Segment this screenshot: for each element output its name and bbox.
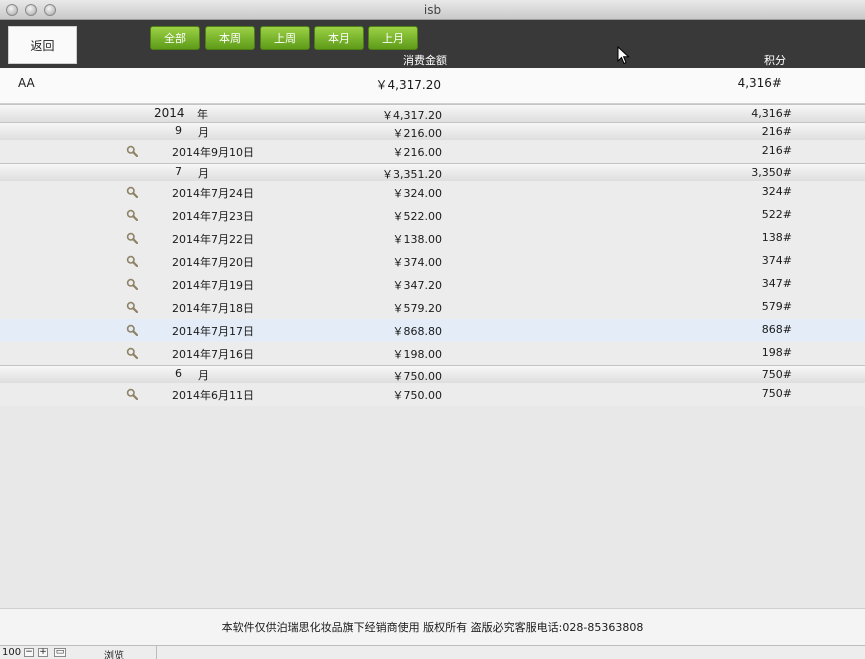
year-label: 2014 [154,106,185,120]
zoom-level: 100 [2,647,22,658]
transaction-date: 2014年7月24日 [172,187,254,200]
month-unit: 月 [198,167,209,180]
search-icon[interactable] [126,301,139,314]
transaction-row[interactable]: 2014年7月23日 ￥522.00 522# [0,204,865,227]
points-cell: 4,316# [751,107,792,120]
filter-all-button[interactable]: 全部 [150,26,200,50]
search-icon[interactable] [126,278,139,291]
points-cell: 3,350# [751,166,792,179]
customer-name: AA [18,76,35,90]
view-mode: 浏览 [104,651,124,659]
transaction-row[interactable]: 2014年7月18日 ￥579.20 579# [0,296,865,319]
points-cell: 868# [761,323,792,336]
month-group-row[interactable]: 6 月 ￥750.00 750# [0,365,865,383]
transaction-row[interactable]: 2014年7月24日 ￥324.00 324# [0,181,865,204]
amount-cell: ￥216.00 [392,146,443,159]
filter-this-week-button[interactable]: 本周 [205,26,255,50]
total-amount: ￥4,317.20 [375,78,441,92]
amount-cell: ￥324.00 [392,187,443,200]
transaction-date: 2014年9月10日 [172,146,254,159]
points-cell: 750# [761,368,792,381]
amount-cell: ￥579.20 [392,302,443,315]
copyright-notice: 本软件仅供泊瑞思化妆品旗下经销商使用 版权所有 盗版必究客服电话:028-853… [221,621,644,634]
filter-last-month-button[interactable]: 上月 [368,26,418,50]
title-bar: isb [0,0,865,20]
month-label: 9 [175,124,182,137]
amount-cell: ￥868.80 [392,325,443,338]
month-unit: 月 [198,369,209,382]
points-cell: 216# [761,144,792,157]
transaction-row[interactable]: 2014年9月10日 ￥216.00 216# [0,140,865,163]
month-unit: 月 [198,126,209,139]
transaction-list: 2014 年 ￥4,317.20 4,316# 9 月 ￥216.00 216# 2014年9月… [0,104,865,406]
month-label: 7 [175,165,182,178]
zoom-in-button[interactable]: + [38,648,48,657]
filter-last-week-button[interactable]: 上周 [260,26,310,50]
points-cell: 138# [761,231,792,244]
amount-cell: ￥3,351.20 [382,168,442,181]
toolbar: 返回 全部 本周 上周 本月 上月 消费金额 积分 [0,20,865,68]
transaction-date: 2014年7月19日 [172,279,254,292]
year-unit: 年 [197,108,208,121]
points-cell: 347# [761,277,792,290]
column-header-points: 积分 [764,54,786,67]
year-group-row[interactable]: 2014 年 ￥4,317.20 4,316# [0,104,865,122]
transaction-date: 2014年7月23日 [172,210,254,223]
points-cell: 374# [761,254,792,267]
search-icon[interactable] [126,388,139,401]
transaction-date: 2014年7月16日 [172,348,254,361]
points-cell: 579# [761,300,792,313]
amount-cell: ￥374.00 [392,256,443,269]
amount-cell: ￥198.00 [392,348,443,361]
toggle-status-area-button[interactable]: ▭ [54,648,66,657]
transaction-row[interactable]: 2014年7月22日 ￥138.00 138# [0,227,865,250]
points-cell: 522# [761,208,792,221]
transaction-row[interactable]: 2014年7月20日 ￥374.00 374# [0,250,865,273]
month-label: 6 [175,367,182,380]
points-cell: 198# [761,346,792,359]
status-divider [156,646,157,659]
search-icon[interactable] [126,347,139,360]
points-cell: 216# [761,125,792,138]
column-header-amount: 消费金额 [403,54,447,67]
back-button[interactable]: 返回 [8,26,77,64]
amount-cell: ￥138.00 [392,233,443,246]
transaction-row[interactable]: 2014年6月11日 ￥750.00 750# [0,383,865,406]
footer: 本软件仅供泊瑞思化妆品旗下经销商使用 版权所有 盗版必究客服电话:028-853… [0,608,865,645]
amount-cell: ￥522.00 [392,210,443,223]
transaction-row[interactable]: 2014年7月16日 ￥198.00 198# [0,342,865,365]
search-icon[interactable] [126,209,139,222]
amount-cell: ￥347.20 [392,279,443,292]
points-cell: 750# [761,387,792,400]
customer-summary-row[interactable]: AA ￥4,317.20 4,316# [0,68,865,104]
transaction-date: 2014年7月20日 [172,256,254,269]
transaction-date: 2014年7月17日 [172,325,254,338]
window-title: isb [423,3,442,17]
search-icon[interactable] [126,145,139,158]
transaction-date: 2014年7月22日 [172,233,254,246]
mouse-cursor-icon [617,46,630,65]
transaction-date: 2014年6月11日 [172,389,254,402]
transaction-row[interactable]: 2014年7月19日 ￥347.20 347# [0,273,865,296]
amount-cell: ￥750.00 [392,370,443,383]
month-group-row[interactable]: 7 月 ￥3,351.20 3,350# [0,163,865,181]
points-cell: 324# [761,185,792,198]
search-icon[interactable] [126,255,139,268]
month-group-row[interactable]: 9 月 ￥216.00 216# [0,122,865,140]
transaction-row[interactable]: 2014年7月17日 ￥868.80 868# [0,319,865,342]
status-bar: 100 − + ▭ 浏览 [0,645,865,659]
transaction-date: 2014年7月18日 [172,302,254,315]
amount-cell: ￥4,317.20 [382,109,442,122]
amount-cell: ￥216.00 [392,127,443,140]
zoom-out-button[interactable]: − [24,648,34,657]
filter-this-month-button[interactable]: 本月 [314,26,364,50]
amount-cell: ￥750.00 [392,389,443,402]
search-icon[interactable] [126,186,139,199]
search-icon[interactable] [126,232,139,245]
search-icon[interactable] [126,324,139,337]
total-points: 4,316# [737,76,782,90]
